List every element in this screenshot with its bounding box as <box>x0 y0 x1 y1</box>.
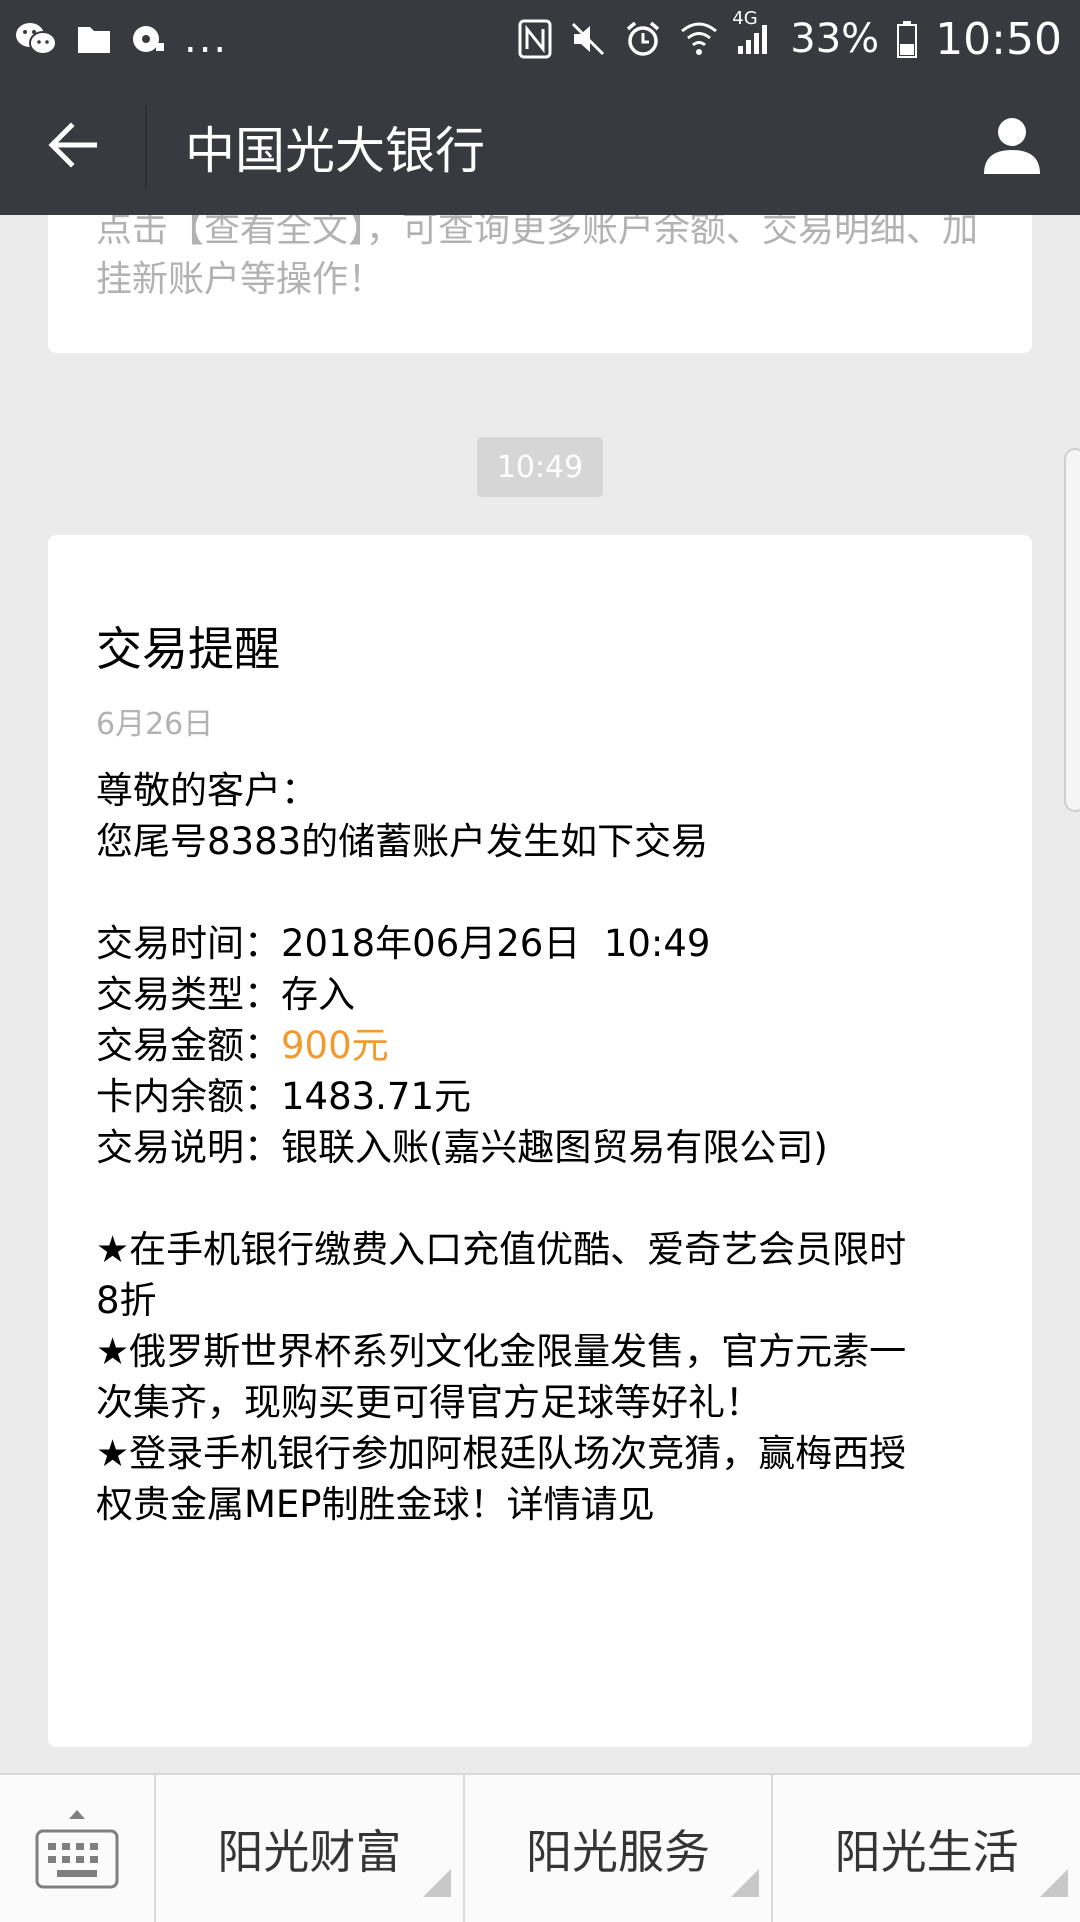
transaction-time-row: 交易时间：2018年06月26日 10:49 <box>96 918 996 969</box>
transaction-amount-row: 交易金额：900元 <box>96 1020 996 1071</box>
back-arrow-icon <box>47 121 99 172</box>
previous-message-text: 点击【查看全文】，可查询更多账户余额、交易明细、加挂新账户等操作！ <box>96 215 979 300</box>
promo-line: 次集齐，现购买更可得官方足球等好礼！ <box>96 1381 762 1424</box>
transaction-amount-label: 交易金额： <box>96 1024 281 1067</box>
header-divider <box>145 105 147 188</box>
balance-row: 卡内余额：1483.71元 <box>96 1071 996 1122</box>
profile-icon <box>980 112 1044 180</box>
transaction-desc-row: 交易说明：银联入账(嘉兴趣图贸易有限公司) <box>96 1122 996 1173</box>
message-body: 尊敬的客户： 您尾号8383的储蓄账户发生如下交易 交易时间：2018年06月2… <box>96 765 996 1530</box>
bottom-menu-bar: 阳光财富 阳光服务 阳光生活 <box>0 1773 1080 1922</box>
submenu-indicator-icon <box>422 1854 451 1908</box>
menu-item-service[interactable]: 阳光服务 <box>465 1775 774 1922</box>
intro-text: 您尾号8383的储蓄账户发生如下交易 <box>96 820 709 863</box>
battery-percent: 33% <box>790 16 880 62</box>
promo-line: ★登录手机银行参加阿根廷队场次竞猜，赢梅西授 <box>96 1432 907 1475</box>
status-bar-left: ... <box>14 16 228 62</box>
transaction-time-value: 2018年06月26日 10:49 <box>281 922 711 965</box>
promo-line: ★在手机银行缴费入口充值优酷、爱奇艺会员限时 <box>96 1228 907 1271</box>
previous-message-card[interactable]: 点击【查看全文】，可查询更多账户余额、交易明细、加挂新账户等操作！ <box>48 215 1032 353</box>
message-date: 6月26日 <box>96 707 214 742</box>
promo-line: ★俄罗斯世界杯系列文化金限量发售，官方元素一 <box>96 1330 907 1373</box>
mute-icon <box>570 21 606 57</box>
transaction-message-card[interactable]: 交易提醒 6月26日 尊敬的客户： 您尾号8383的储蓄账户发生如下交易 交易时… <box>48 535 1032 1747</box>
chat-header: 中国光大银行 <box>0 78 1080 215</box>
keyboard-toggle-button[interactable] <box>0 1775 156 1922</box>
status-bar: ... 4G 33% 10:50 <box>0 0 1080 78</box>
nfc-icon <box>518 19 552 59</box>
submenu-indicator-icon <box>1040 1854 1069 1908</box>
transaction-type-value: 存入 <box>281 973 355 1016</box>
media-icon <box>130 21 166 57</box>
promo-line: 8折 <box>96 1279 157 1322</box>
back-button[interactable] <box>0 78 145 215</box>
signal-icon: 4G <box>732 8 772 56</box>
message-list[interactable]: 点击【查看全文】，可查询更多账户余额、交易明细、加挂新账户等操作！ 10:49 … <box>0 215 1080 1773</box>
menu-item-label: 阳光服务 <box>526 1824 710 1879</box>
overflow-dots: ... <box>184 16 229 62</box>
scrollbar[interactable] <box>1064 448 1080 812</box>
keyboard-icon <box>35 1829 119 1893</box>
menu-item-label: 阳光财富 <box>217 1824 402 1879</box>
folder-icon <box>76 23 112 55</box>
menu-item-label: 阳光生活 <box>834 1824 1019 1879</box>
transaction-type-label: 交易类型： <box>96 973 281 1016</box>
transaction-desc-value: 银联入账(嘉兴趣图贸易有限公司) <box>281 1126 828 1169</box>
message-title: 交易提醒 <box>96 622 280 676</box>
status-bar-right: 4G 33% 10:50 <box>518 8 1062 65</box>
network-type-label: 4G <box>732 8 758 29</box>
submenu-indicator-icon <box>731 1854 760 1908</box>
promo-line: 权贵金属MEP制胜金球！详情请见 <box>96 1483 655 1526</box>
balance-value: 1483.71元 <box>281 1075 472 1118</box>
transaction-time-label: 交易时间： <box>96 922 281 965</box>
wechat-icon <box>14 19 58 59</box>
chevron-up-icon <box>68 1805 86 1824</box>
menu-item-life[interactable]: 阳光生活 <box>773 1775 1080 1922</box>
transaction-type-row: 交易类型：存入 <box>96 969 996 1020</box>
balance-label: 卡内余额： <box>96 1075 281 1118</box>
menu-item-wealth[interactable]: 阳光财富 <box>156 1775 465 1922</box>
greeting-text: 尊敬的客户： <box>96 769 318 812</box>
alarm-icon <box>624 20 662 58</box>
clock: 10:50 <box>935 13 1062 65</box>
page-title: 中国光大银行 <box>185 121 485 180</box>
transaction-desc-label: 交易说明： <box>96 1126 281 1169</box>
wifi-icon <box>680 21 718 57</box>
battery-icon <box>897 20 918 58</box>
profile-button[interactable] <box>974 108 1050 184</box>
message-timestamp: 10:49 <box>477 437 603 497</box>
transaction-amount-value: 900元 <box>281 1024 389 1067</box>
